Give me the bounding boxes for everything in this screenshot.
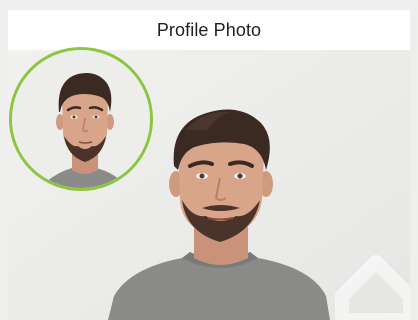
header-bar: Profile Photo (8, 10, 410, 50)
watermark-icon (335, 255, 410, 320)
page-title: Profile Photo (156, 19, 262, 40)
face-preview (9, 47, 153, 191)
